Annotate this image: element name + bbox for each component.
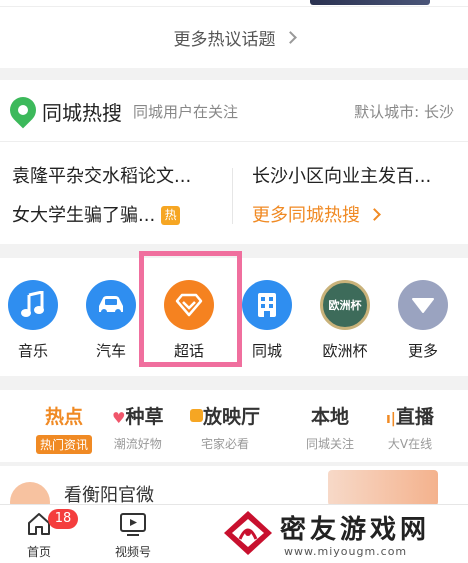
local-hot-subtitle: 同城用户在关注 xyxy=(133,103,239,121)
video-icon xyxy=(120,513,146,536)
more-topics-label: 更多热议话题 xyxy=(173,30,276,50)
feed-author-name[interactable]: 看衡阳官微 xyxy=(64,481,154,506)
nav-label: 首页 xyxy=(26,545,51,559)
nav-video[interactable]: 视频号 xyxy=(98,511,168,560)
tab-sub: 潮流好物 xyxy=(113,437,162,451)
more-topics-button[interactable]: 更多热议话题 xyxy=(0,6,468,68)
category-tabs: 热点 热门资讯 ♥种草 潮流好物 放映厅 宅家必看 本地 同城关注 ı|直播 大… xyxy=(0,390,468,462)
channel-more[interactable]: 更多 xyxy=(390,258,458,376)
tab-label: 放映厅 xyxy=(190,402,260,429)
hot-search-item[interactable]: 女大学生骗了骗... 热 xyxy=(12,201,181,227)
live-bars-icon: ı| xyxy=(386,411,396,427)
default-city-selector[interactable]: 默认城市: 长沙 xyxy=(354,101,454,122)
local-hot-header: 同城热搜 同城用户在关注 默认城市: 长沙 xyxy=(0,80,468,142)
euro-cup-icon-text: 欧洲杯 xyxy=(328,299,362,312)
channel-car[interactable]: 汽车 xyxy=(78,258,146,376)
hot-search-item-label: 女大学生骗了骗... xyxy=(12,205,156,226)
heart-icon: ♥ xyxy=(112,409,126,427)
tab-label: 本地 xyxy=(311,406,350,428)
top-image-thumb[interactable] xyxy=(310,0,430,5)
tab-cinema[interactable]: 放映厅 宅家必看 xyxy=(190,402,260,452)
channel-label: 同城 xyxy=(251,342,282,360)
more-local-hot-label: 更多同城热搜 xyxy=(252,205,360,226)
tab-live[interactable]: ı|直播 大V在线 xyxy=(386,402,434,452)
channel-label: 更多 xyxy=(407,342,438,360)
divider xyxy=(232,168,233,224)
local-hot-title: 同城热搜 xyxy=(42,101,122,125)
tab-label: ı|直播 xyxy=(386,406,434,428)
tab-sub: 热门资讯 xyxy=(36,435,93,454)
hot-search-item[interactable]: 长沙小区向业主发百... xyxy=(252,162,431,188)
cinema-icon xyxy=(190,409,203,422)
tab-hotspot[interactable]: 热点 热门资讯 xyxy=(36,402,93,454)
tab-label: ♥种草 xyxy=(112,406,164,428)
tab-sub: 大V在线 xyxy=(387,437,433,451)
music-icon xyxy=(8,280,58,330)
chevron-right-icon xyxy=(283,31,297,44)
city-icon xyxy=(242,280,292,330)
watermark-url: www.miyougm.com xyxy=(284,545,408,558)
channel-label: 音乐 xyxy=(17,342,48,360)
channel-label: 汽车 xyxy=(95,342,126,360)
channel-music[interactable]: 音乐 xyxy=(0,258,68,376)
watermark-logo-icon xyxy=(224,511,272,555)
tab-grass[interactable]: ♥种草 潮流好物 xyxy=(112,402,163,452)
watermark-text: 密友游戏网 xyxy=(280,515,431,545)
channel-label: 欧洲杯 xyxy=(322,342,368,360)
hot-badge: 热 xyxy=(161,206,181,225)
tab-sub: 同城关注 xyxy=(306,437,355,451)
tab-sub: 宅家必看 xyxy=(201,437,250,451)
notification-badge: 18 xyxy=(48,509,78,529)
avatar[interactable] xyxy=(10,482,50,506)
feed-item[interactable]: 看衡阳官微 xyxy=(0,466,468,506)
local-hot-search-card: 同城热搜 同城用户在关注 默认城市: 长沙 袁隆平杂交水稻论文... 长沙小区向… xyxy=(0,80,468,244)
chevron-right-icon xyxy=(368,208,381,221)
location-pin-icon xyxy=(4,91,42,129)
nav-home[interactable]: 18 首页 xyxy=(4,509,78,560)
weibo-discover-page: 更多热议话题 同城热搜 同城用户在关注 默认城市: 长沙 袁隆平杂交水稻论文..… xyxy=(0,0,468,563)
nav-label: 视频号 xyxy=(114,545,151,559)
tab-label: 热点 xyxy=(45,406,84,428)
euro-cup-icon: 欧洲杯 xyxy=(320,280,370,330)
hot-search-item[interactable]: 袁隆平杂交水稻论文... xyxy=(12,162,191,188)
channel-euro-cup[interactable]: 欧洲杯 欧洲杯 xyxy=(312,258,380,376)
car-icon xyxy=(86,280,136,330)
more-down-icon xyxy=(398,280,448,330)
site-watermark: 密友游戏网 www.miyougm.com xyxy=(218,505,468,563)
channel-local[interactable]: 同城 xyxy=(234,258,302,376)
more-local-hot-link[interactable]: 更多同城热搜 xyxy=(252,201,381,227)
feed-banner-image[interactable] xyxy=(328,470,438,506)
highlight-box xyxy=(139,251,242,367)
tab-local[interactable]: 本地 同城关注 xyxy=(306,402,354,452)
